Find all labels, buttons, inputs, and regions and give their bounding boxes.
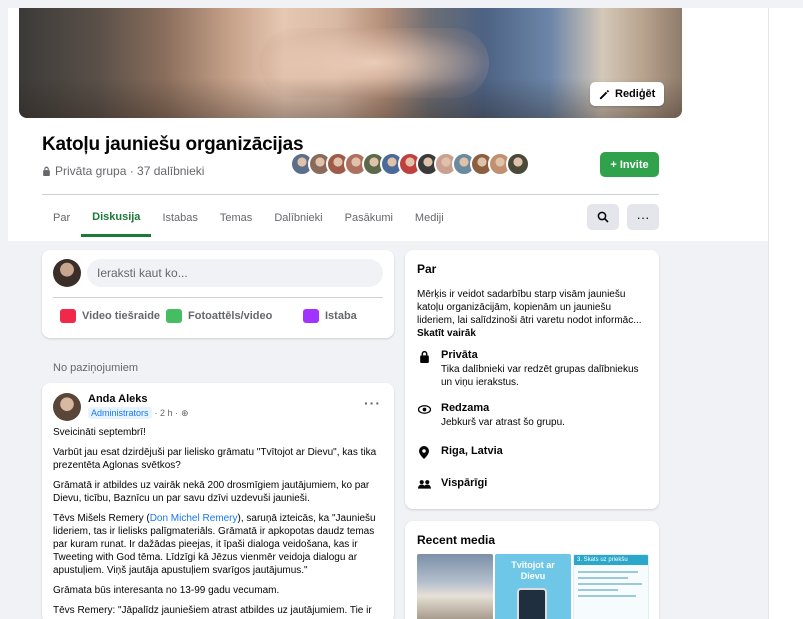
tab-mediji[interactable]: Mediji [404,199,455,237]
author-avatar[interactable] [53,393,81,421]
media-thumbnail[interactable] [417,554,493,619]
group-tabs: Par Diskusija Istabas Temas Dalībnieki Pasāku… [42,199,455,237]
photo-icon [166,309,182,323]
media-thumbnail[interactable]: 3. Skats uz priekšu [573,554,649,619]
recent-media-card: Recent media Tvītojot ar Dievu 3. Skats … [405,521,659,619]
tab-temas[interactable]: Temas [209,199,263,237]
tab-diskusija[interactable]: Diskusija [81,199,152,237]
search-button[interactable] [587,204,619,230]
group-privacy-members: Privāta grupa · 37 dalībnieki [42,164,204,178]
tab-istabas[interactable]: Istabas [151,199,208,237]
lock-icon [43,166,50,176]
tab-pasākumi[interactable]: Pasākumi [334,199,404,237]
member-avatar[interactable] [506,152,530,176]
post-meta: Administrators · 2 h · ⊕ [88,407,189,419]
about-card: Par Mērķis ir veidot sadarbību starp vis… [405,250,659,509]
about-description: Mērķis ir veidot sadarbību starp visām j… [417,289,642,339]
tab-par[interactable]: Par [42,199,81,237]
feed-post: Anda Aleks Administrators · 2 h · ⊕ ··· … [42,383,394,619]
photo-video-button[interactable]: Fotoattēls/video [166,309,272,323]
post-paragraph: Tēvs Remery: "Jāpalīdz jauniešiem atrast… [53,605,372,616]
more-icon: ··· [636,209,650,225]
post-paragraph: Varbūt jau esat dzirdējuši par lielisko … [53,447,377,471]
post-composer: Ieraksti kaut ko... Video tiešraide Foto… [42,250,394,338]
header-divider [42,194,659,195]
about-heading: Par [417,262,437,276]
post-paragraph: Sveicināti septembrī! [53,427,146,438]
globe-icon: ⊕ [181,407,189,418]
post-time[interactable]: · 2 h · [155,408,179,418]
live-video-icon [60,309,76,323]
group-meta-text: Privāta grupa · 37 dalībnieki [55,164,205,178]
more-options-button[interactable]: ··· [627,204,659,230]
invite-button[interactable]: + Invite [600,152,659,177]
room-button[interactable]: Istaba [303,309,357,323]
thumbnail-title: Tvītojot ar Dievu [511,560,555,581]
post-author[interactable]: Anda Aleks [88,393,148,405]
about-visible: Redzama Jebkurš var atrast šo grupu. [417,402,651,429]
right-scroll-area [768,8,803,619]
lock-icon [417,349,431,363]
live-video-button[interactable]: Video tiešraide [60,309,160,323]
about-location: Riga, Latvia [417,445,503,459]
group-name[interactable]: Katoļu jauniešu organizācijas [42,134,304,156]
tab-dalībnieki[interactable]: Dalībnieki [263,199,333,237]
about-private: Privāta Tika dalībnieki var redzēt grupas… [417,349,651,389]
location-pin-icon [417,445,431,459]
post-paragraph: Tēvs Mišels Remery (Don Michel Remery), … [53,513,376,576]
media-thumbnail[interactable]: Tvītojot ar Dievu [495,554,571,619]
edit-cover-label: Rediģēt [615,88,656,100]
admin-badge: Administrators [88,407,152,419]
member-avatars[interactable] [290,152,530,176]
thumbnail-title: 3. Skats uz priekšu [574,555,648,565]
post-body: Sveicināti septembrī! Varbūt jau esat dz… [53,426,385,619]
see-more-link[interactable]: Skatīt vairāk [417,328,476,339]
phone-image [517,588,547,619]
search-icon [597,211,609,223]
current-user-avatar[interactable] [53,259,81,287]
eye-icon [417,402,431,416]
post-options-button[interactable]: ··· [364,395,381,411]
edit-cover-button[interactable]: Rediģēt [590,82,665,106]
about-general: Vispārīgi [417,477,487,491]
feed-section-label: No paziņojumiem [53,362,138,374]
cover-photo [19,8,682,118]
post-paragraph: Grāmata būs interesanta no 13-99 gadu ve… [53,585,280,596]
pencil-icon [599,89,609,99]
composer-input[interactable]: Ieraksti kaut ko... [87,259,383,287]
room-icon [303,309,319,323]
recent-media-heading: Recent media [417,533,496,547]
post-paragraph: Grāmatā ir atbildes uz vairāk nekā 200 d… [53,480,370,504]
people-icon [417,477,431,491]
mention-link[interactable]: Don Michel Remery [150,513,238,524]
